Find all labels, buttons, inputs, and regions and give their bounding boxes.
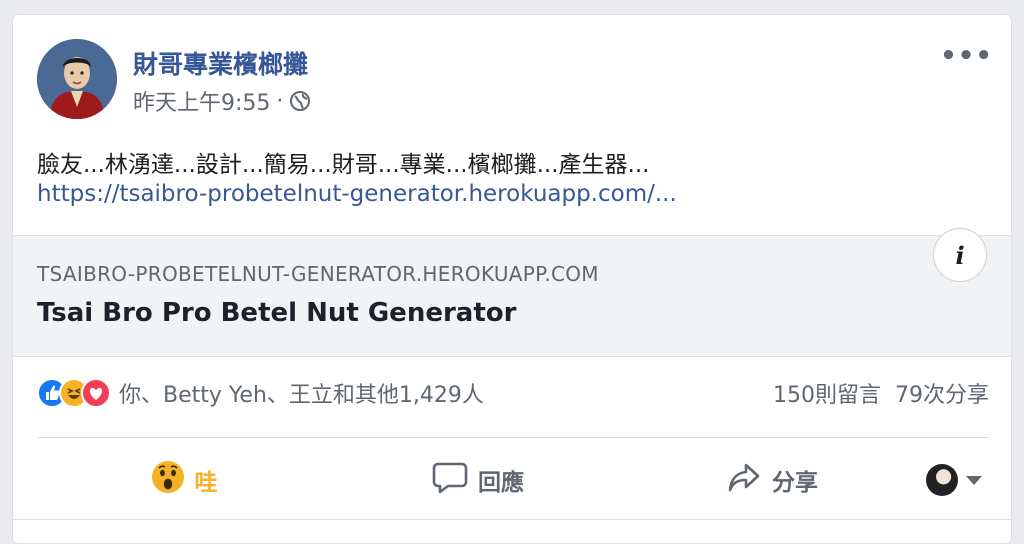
author-name[interactable]: 財哥專業檳榔攤 xyxy=(133,45,308,81)
bottom-divider xyxy=(13,519,1011,520)
action-bar: 哇 回應 分享 xyxy=(37,445,989,515)
post-timestamp[interactable]: 昨天上午9:55 xyxy=(133,85,270,117)
share-button[interactable]: 分享 xyxy=(625,460,919,500)
author-avatar[interactable] xyxy=(37,39,117,119)
share-count[interactable]: 79次分享 xyxy=(895,377,989,409)
preview-title[interactable]: Tsai Bro Pro Betel Nut Generator xyxy=(37,298,516,328)
wow-icon xyxy=(151,460,185,500)
reactions-bar: 你、Betty Yeh、王立和其他1,429人 150則留言 79次分享 xyxy=(37,377,989,409)
chevron-down-icon xyxy=(966,475,982,485)
share-icon xyxy=(726,460,762,500)
reaction-summary[interactable]: 你、Betty Yeh、王立和其他1,429人 xyxy=(37,377,484,409)
post-meta: 昨天上午9:55 · xyxy=(133,85,311,117)
comment-label: 回應 xyxy=(478,470,524,496)
post-text: 臉友...林湧達...設計...簡易...財哥...專業...檳榔攤...產生器… xyxy=(37,152,650,178)
love-icon xyxy=(81,378,111,408)
comment-button[interactable]: 回應 xyxy=(331,460,625,500)
comment-icon xyxy=(432,460,468,500)
post-card: 財哥專業檳榔攤 昨天上午9:55 · ••• 臉友...林湧達...設計...簡… xyxy=(12,14,1012,544)
meta-separator: · xyxy=(276,88,284,114)
divider xyxy=(37,437,989,438)
reaction-icons xyxy=(37,378,111,408)
share-label: 分享 xyxy=(772,470,818,496)
preview-domain: TSAIBRO-PROBETELNUT-GENERATOR.HEROKUAPP.… xyxy=(37,262,599,286)
reaction-label: 哇 xyxy=(194,470,218,496)
post-as-selector[interactable] xyxy=(919,464,989,496)
comment-count[interactable]: 150則留言 xyxy=(773,377,881,409)
viewer-avatar xyxy=(926,464,958,496)
engagement-counts: 150則留言 79次分享 xyxy=(773,377,989,409)
reaction-button[interactable]: 哇 xyxy=(37,460,331,500)
post-link[interactable]: https://tsaibro-probetelnut-generator.he… xyxy=(37,181,677,207)
link-preview[interactable]: i TSAIBRO-PROBETELNUT-GENERATOR.HEROKUAP… xyxy=(13,228,1011,357)
more-options-button[interactable]: ••• xyxy=(940,41,993,71)
reaction-summary-text[interactable]: 你、Betty Yeh、王立和其他1,429人 xyxy=(119,377,484,409)
globe-icon xyxy=(289,90,311,112)
info-button[interactable]: i xyxy=(933,228,987,282)
